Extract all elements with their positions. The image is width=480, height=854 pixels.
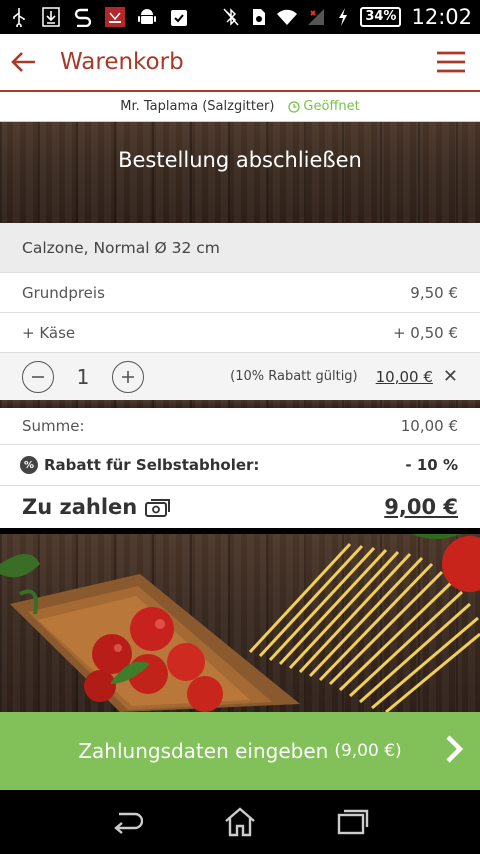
menu-button[interactable] bbox=[422, 33, 480, 91]
store-info-bar: Mr. Taplama (Salzgitter) Geöffnet bbox=[0, 92, 480, 122]
hamburger-menu-icon bbox=[437, 51, 465, 73]
item-total: 10,00 € bbox=[375, 367, 433, 386]
clock: 12:02 bbox=[411, 5, 472, 29]
nav-home-button[interactable] bbox=[216, 798, 264, 846]
store-status: Geöffnet bbox=[288, 99, 360, 114]
price-line-extra: + Käse + 0,50 € bbox=[0, 313, 480, 353]
wifi-icon bbox=[276, 6, 298, 28]
price-line-value: + 0,50 € bbox=[392, 323, 458, 342]
nav-recents-button[interactable] bbox=[329, 798, 377, 846]
app-bar: Warenkorb bbox=[0, 34, 480, 92]
download-icon bbox=[40, 6, 62, 28]
back-button[interactable] bbox=[0, 33, 48, 91]
status-bar: 34% 12:02 bbox=[0, 0, 480, 34]
android-icon bbox=[136, 6, 158, 28]
notification-icons bbox=[8, 6, 190, 28]
charging-icon bbox=[332, 6, 354, 28]
close-icon: ✕ bbox=[442, 366, 458, 387]
page-title: Warenkorb bbox=[60, 49, 184, 75]
sim-icon bbox=[248, 6, 270, 28]
arrow-left-icon bbox=[11, 52, 35, 72]
discount-row: % Rabatt für Selbstabholer: - 10 % bbox=[0, 445, 480, 486]
total-label: Zu zahlen bbox=[22, 495, 138, 519]
price-line-label: Grundpreis bbox=[22, 283, 105, 302]
clipboard-check-icon bbox=[168, 6, 190, 28]
home-icon bbox=[225, 807, 255, 837]
remove-item-button[interactable]: ✕ bbox=[443, 366, 458, 387]
cash-icon bbox=[145, 499, 171, 517]
wood-divider bbox=[0, 400, 480, 408]
cta-label: Zahlungsdaten eingeben bbox=[78, 739, 329, 763]
quantity-row: 1 (10% Rabatt gültig) 10,00 € ✕ bbox=[0, 353, 480, 400]
checkout-banner: Bestellung abschließen bbox=[0, 122, 480, 223]
store-status-label: Geöffnet bbox=[303, 99, 360, 114]
discount-value: - 10 % bbox=[405, 456, 458, 474]
nav-back-button[interactable] bbox=[103, 798, 151, 846]
price-line-base: Grundpreis 9,50 € bbox=[0, 273, 480, 313]
total-value: 9,00 € bbox=[384, 495, 458, 519]
percent-badge-icon: % bbox=[20, 456, 38, 474]
price-line-label: + Käse bbox=[22, 323, 76, 342]
chevron-right-icon bbox=[446, 735, 464, 763]
system-nav-bar bbox=[0, 790, 480, 854]
plus-icon bbox=[122, 370, 134, 383]
increase-quantity-button[interactable] bbox=[112, 360, 144, 393]
sum-value: 10,00 € bbox=[400, 417, 458, 435]
decrease-quantity-button[interactable] bbox=[22, 360, 54, 393]
sum-label: Summe: bbox=[22, 417, 85, 435]
usb-icon bbox=[8, 6, 30, 28]
discount-hint: (10% Rabatt gültig) bbox=[230, 369, 358, 384]
quantity-value: 1 bbox=[76, 364, 90, 389]
clock-icon bbox=[288, 100, 301, 113]
cart-item-name: Calzone, Normal Ø 32 cm bbox=[0, 223, 480, 273]
item-name-label: Calzone, Normal Ø 32 cm bbox=[22, 238, 220, 257]
s-app-icon bbox=[72, 6, 94, 28]
store-name: Mr. Taplama (Salzgitter) bbox=[120, 99, 275, 114]
back-arrow-icon bbox=[113, 812, 143, 834]
discount-label: Rabatt für Selbstabholer: bbox=[44, 456, 260, 474]
sum-row: Summe: 10,00 € bbox=[0, 408, 480, 445]
signal-icon bbox=[304, 6, 326, 28]
total-row: Zu zahlen 9,00 € bbox=[0, 486, 480, 528]
recent-apps-icon bbox=[338, 809, 369, 835]
enter-payment-button[interactable]: Zahlungsdaten eingeben (9,00 €) bbox=[0, 712, 480, 790]
bluetooth-off-icon bbox=[220, 6, 242, 28]
system-indicators: 34% 12:02 bbox=[220, 5, 472, 29]
app-logo-icon bbox=[104, 6, 126, 28]
minus-icon bbox=[32, 375, 44, 378]
price-line-value: 9,50 € bbox=[410, 283, 458, 302]
food-image bbox=[0, 534, 480, 712]
banner-title: Bestellung abschließen bbox=[118, 147, 362, 172]
cart-section: Calzone, Normal Ø 32 cm Grundpreis 9,50 … bbox=[0, 223, 480, 528]
battery-indicator: 34% bbox=[360, 7, 402, 27]
cta-amount: (9,00 €) bbox=[334, 741, 402, 761]
